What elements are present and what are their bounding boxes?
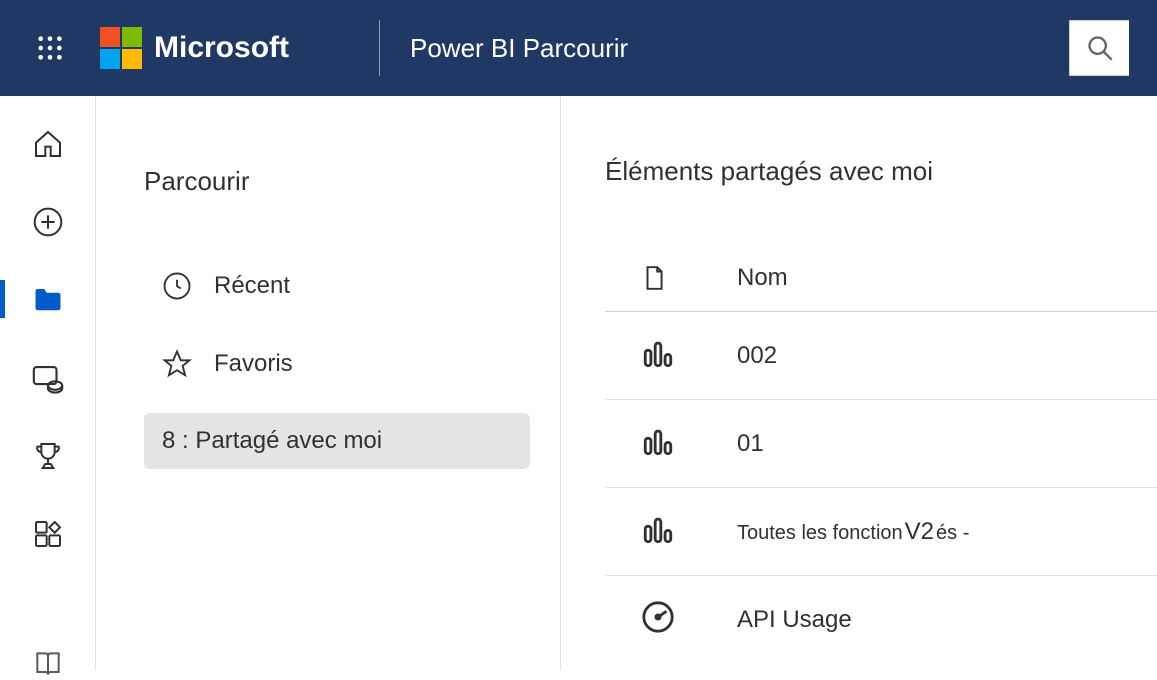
table-row[interactable]: 01 (605, 400, 1157, 488)
column-header-type[interactable] (641, 263, 737, 293)
nav-home[interactable] (0, 128, 95, 160)
subnav-item-favorites[interactable]: Favoris (144, 335, 530, 393)
header-divider (379, 20, 380, 76)
nav-data-hub[interactable] (0, 360, 95, 394)
row-name: 002 (737, 342, 777, 370)
home-icon (32, 128, 64, 160)
apps-icon (32, 518, 64, 550)
subnav-item-recent[interactable]: Récent (144, 257, 530, 315)
subnav-item-shared[interactable]: 8 : Partagé avec moi (144, 413, 530, 469)
app-title: Power BI Parcourir (410, 33, 628, 64)
nav-learn[interactable] (0, 648, 95, 680)
bar-chart-icon (641, 512, 675, 546)
bar-chart-icon (641, 336, 675, 370)
bar-chart-icon (641, 424, 675, 458)
row-name: API Usage (737, 606, 852, 634)
subnav-item-label: Récent (214, 272, 290, 300)
search-icon (1086, 34, 1114, 62)
page-title: Éléments partagés avec moi (605, 156, 1157, 187)
trophy-icon (32, 440, 64, 472)
table-row[interactable]: API Usage (605, 576, 1157, 663)
clock-icon (162, 271, 192, 301)
brand-text: Microsoft (154, 31, 289, 65)
main-content: Éléments partagés avec moi Nom 002 (561, 96, 1157, 670)
row-name: Toutes les fonctionV2és - (737, 518, 969, 546)
search-input[interactable] (1069, 20, 1129, 76)
top-bar: Microsoft Power BI Parcourir (0, 0, 1157, 96)
nav-create[interactable] (0, 206, 95, 238)
gauge-icon (641, 600, 675, 634)
data-hub-icon (31, 360, 65, 394)
folder-icon (32, 284, 64, 314)
subnav-item-label: Favoris (214, 350, 293, 378)
app-launcher-button[interactable] (0, 0, 100, 96)
subnav-panel: Parcourir Récent Favoris 8 : Partagé ave… (96, 96, 561, 670)
nav-metrics[interactable] (0, 440, 95, 472)
column-header-name[interactable]: Nom (737, 264, 788, 292)
nav-browse[interactable] (0, 284, 95, 314)
table-header: Nom (605, 247, 1157, 312)
subnav-item-label: 8 : Partagé avec moi (162, 427, 382, 455)
table-row[interactable]: 002 (605, 312, 1157, 400)
book-icon (32, 648, 64, 680)
file-icon (641, 263, 667, 293)
table-row[interactable]: Toutes les fonctionV2és - (605, 488, 1157, 576)
plus-circle-icon (32, 206, 64, 238)
microsoft-logo-icon (100, 27, 142, 69)
nav-apps[interactable] (0, 518, 95, 550)
waffle-icon (36, 34, 64, 62)
microsoft-logo[interactable]: Microsoft (100, 27, 289, 69)
subnav-title: Parcourir (144, 166, 530, 197)
row-name: 01 (737, 430, 764, 458)
nav-rail (0, 96, 96, 670)
star-icon (162, 349, 192, 379)
